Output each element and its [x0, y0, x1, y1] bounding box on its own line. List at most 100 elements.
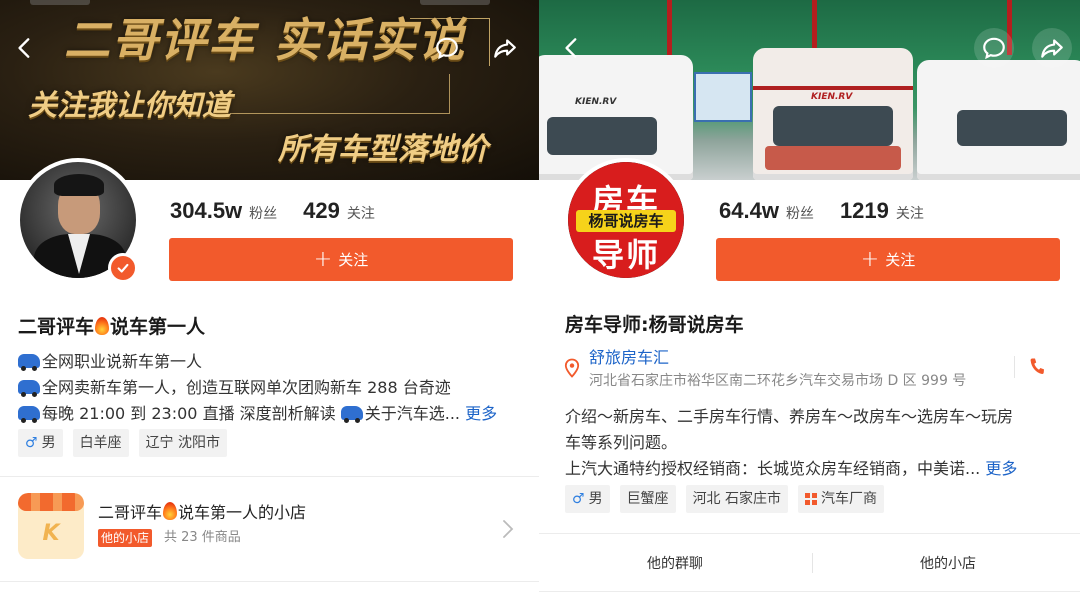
profile-name: 二哥评车 说车第一人 — [18, 312, 205, 339]
zodiac-tag: 巨蟹座 — [619, 485, 676, 513]
bio-line-1: 介绍～新房车、二手房车行情、养房车～改房车～选房车～玩房 — [565, 407, 1014, 426]
follow-button[interactable]: + 关注 — [169, 238, 513, 281]
banner-frame-decoration — [230, 74, 450, 114]
divider — [0, 476, 540, 477]
gender-text: 男 — [588, 491, 603, 507]
comment-button[interactable] — [427, 28, 467, 68]
fire-emoji-icon — [95, 317, 110, 335]
profile-stats: 64.4w 粉丝 1219 关注 — [719, 198, 950, 224]
avatar-figure — [54, 174, 104, 196]
profile-tags: ♂ 男 巨蟹座 河北 石家庄市 汽车厂商 — [565, 485, 885, 513]
chevron-right-icon — [503, 520, 514, 538]
bio-text: 全网卖新车第一人，创造互联网单次团购新车 288 台奇迹 — [42, 378, 451, 397]
profile-name-part: 二哥评车 — [18, 316, 95, 338]
rv-windshield — [547, 117, 657, 155]
car-emoji-icon — [340, 406, 363, 423]
verified-badge-icon — [108, 253, 138, 283]
bio-text: 关于汽车选... — [364, 404, 461, 423]
location-tag: 辽宁 沈阳市 — [138, 429, 228, 457]
location-pin-icon — [564, 358, 580, 378]
rv-bumper — [765, 146, 901, 170]
followers-label[interactable]: 粉丝 — [249, 203, 277, 223]
rv-vehicle — [917, 60, 1080, 180]
follow-button[interactable]: + 关注 — [716, 238, 1060, 281]
following-label[interactable]: 关注 — [896, 203, 924, 223]
followers-count[interactable]: 304.5w — [170, 198, 242, 224]
phone-icon[interactable] — [1028, 356, 1046, 376]
shop-item-count: 共 23 件商品 — [164, 530, 241, 545]
shop-title-part: 说车第一人的小店 — [178, 503, 307, 522]
gender-tag: ♂ 男 — [18, 429, 63, 457]
rv-brand: KIEN.RV — [575, 97, 617, 107]
divider — [539, 591, 1080, 592]
bio-line-2: 车等系列问题。 — [565, 433, 678, 452]
share-button[interactable] — [485, 28, 525, 68]
divider — [812, 553, 813, 573]
category-grid-icon — [805, 493, 818, 505]
comment-bubble-icon — [436, 37, 458, 60]
profile-stats: 304.5w 粉丝 429 关注 — [170, 198, 401, 224]
avatar-logo-text-bottom: 导师 — [591, 236, 660, 274]
tab-shop[interactable]: 他的小店 — [920, 553, 976, 573]
shop-badge: 他的小店 — [98, 529, 153, 547]
comment-button[interactable] — [974, 28, 1014, 68]
back-arrow-icon — [565, 38, 577, 58]
male-icon: ♂ — [25, 435, 38, 451]
zodiac-text: 巨蟹座 — [626, 491, 669, 507]
following-count[interactable]: 1219 — [840, 198, 889, 224]
rv-windshield — [773, 106, 893, 146]
divider — [0, 581, 540, 582]
back-button[interactable] — [552, 28, 592, 68]
profile-banner: 二哥评车 实话实说 关注我让你知道 所有车型落地价 — [0, 0, 540, 180]
gender-tag: ♂ 男 — [565, 485, 610, 513]
profile-tags: ♂ 男 白羊座 辽宁 沈阳市 — [18, 429, 228, 457]
back-button[interactable] — [5, 28, 45, 68]
followers-label[interactable]: 粉丝 — [786, 203, 814, 223]
profile-name-part: 说车第一人 — [110, 316, 206, 338]
comment-bubble-icon — [983, 37, 1005, 60]
followers-count[interactable]: 64.4w — [719, 198, 779, 224]
car-emoji-icon — [18, 406, 40, 423]
shop-store-icon: K — [18, 493, 84, 559]
location-name-link[interactable]: 舒旅房车汇 — [589, 344, 669, 368]
follow-button-label: 关注 — [338, 251, 369, 269]
bio-line-3: 上汽大通特约授权经销商：长城览众房车经销商，中美诺... 更多 — [565, 455, 1017, 479]
bio-text: 全网职业说新车第一人 — [42, 352, 203, 371]
share-button[interactable] — [1032, 28, 1072, 68]
bio-more-link[interactable]: 更多 — [465, 404, 497, 423]
bio-line-2: 全网卖新车第一人，创造互联网单次团购新车 288 台奇迹 — [18, 374, 451, 398]
tab-group-chat[interactable]: 他的群聊 — [647, 553, 703, 573]
bio-text: 每晚 21:00 到 23:00 直播 深度剖析解读 — [42, 404, 336, 423]
fire-emoji-icon — [163, 502, 178, 520]
banner-slogan-2: 所有车型落地价 — [278, 132, 488, 167]
location-text: 河北 石家庄市 — [692, 491, 782, 507]
banner-sign — [694, 72, 752, 122]
profile-panel-right: KIEN.RV KIEN.RV 房车 杨哥说房车 导师 64.4w 粉丝 121… — [539, 0, 1080, 597]
bio-text: 上汽大通特约授权经销商：长城览众房车经销商，中美诺... — [565, 459, 981, 478]
divider — [1014, 356, 1015, 378]
shop-awning — [18, 493, 84, 511]
car-emoji-icon — [18, 354, 40, 371]
location-tag: 河北 石家庄市 — [685, 485, 789, 513]
zodiac-text: 白羊座 — [79, 435, 122, 451]
banner-pole — [812, 0, 817, 55]
profile-name: 房车导师:杨哥说房车 — [565, 314, 744, 336]
following-count[interactable]: 429 — [303, 198, 340, 224]
rv-vehicle: KIEN.RV — [753, 48, 913, 180]
avatar[interactable]: 房车 杨哥说房车 导师 — [564, 158, 688, 282]
rv-brand: KIEN.RV — [811, 92, 853, 102]
zodiac-tag: 白羊座 — [72, 429, 129, 457]
car-emoji-icon — [18, 380, 40, 397]
rv-stripe — [753, 86, 913, 90]
bio-more-link[interactable]: 更多 — [985, 459, 1017, 478]
following-label[interactable]: 关注 — [347, 203, 375, 223]
avatar-logo-band: 杨哥说房车 — [576, 210, 676, 232]
banner-title: 二哥评车 实话实说 — [64, 13, 467, 67]
plus-icon: + — [313, 246, 333, 272]
gender-text: 男 — [41, 435, 56, 451]
profile-banner: KIEN.RV KIEN.RV — [539, 0, 1080, 180]
category-tag: 汽车厂商 — [798, 485, 885, 513]
banner-slogan-1: 关注我让你知道 — [28, 88, 232, 122]
category-text: 汽车厂商 — [821, 491, 878, 507]
banner-pole — [667, 0, 672, 55]
